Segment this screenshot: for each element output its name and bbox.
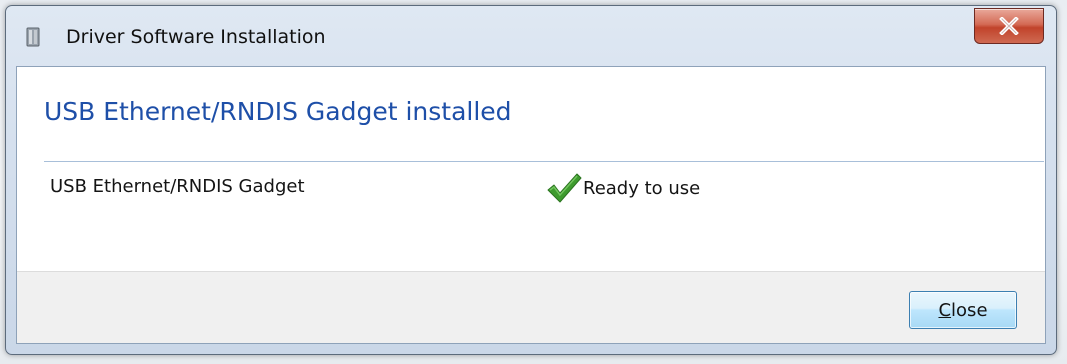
install-heading: USB Ethernet/RNDIS Gadget installed xyxy=(44,97,512,126)
title-bar[interactable]: Driver Software Installation xyxy=(6,6,1056,66)
window-close-button[interactable] xyxy=(974,8,1044,44)
device-name-label: USB Ethernet/RNDIS Gadget xyxy=(50,176,305,197)
driver-installer-icon xyxy=(24,27,42,47)
close-icon xyxy=(999,17,1019,35)
checkmark-icon xyxy=(545,171,583,205)
close-button-mnemonic: C xyxy=(938,299,952,321)
dialog-body: USB Ethernet/RNDIS Gadget installed USB … xyxy=(16,66,1046,344)
driver-installation-dialog: Driver Software Installation USB Etherne… xyxy=(5,5,1057,355)
window-title: Driver Software Installation xyxy=(66,26,326,48)
device-status-text: Ready to use xyxy=(583,177,701,199)
close-button-label: lose xyxy=(951,299,988,321)
close-button[interactable]: Close xyxy=(909,291,1017,329)
device-status: Ready to use xyxy=(545,171,700,205)
dialog-footer: Close xyxy=(17,271,1045,343)
heading-divider xyxy=(44,161,1044,162)
